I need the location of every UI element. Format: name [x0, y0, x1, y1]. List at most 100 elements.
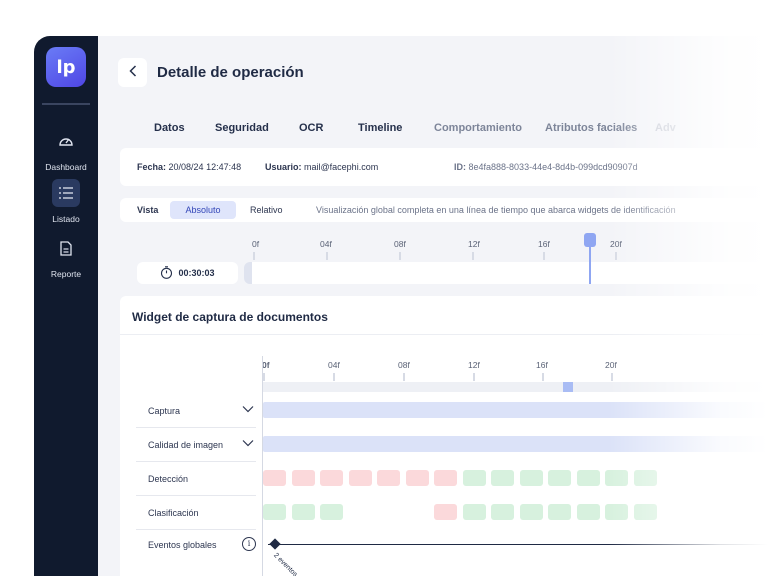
chevron-down-icon[interactable] [242, 439, 254, 449]
row-label: Eventos globales [148, 540, 217, 550]
status-cell-ok[interactable] [491, 504, 514, 520]
sidebar-item-listado[interactable]: Listado [34, 179, 98, 224]
tab-ocr[interactable]: OCR [299, 122, 323, 134]
id-field: ID: 8e4fa888-8033-44e4-8d4b-099dcd90907d [454, 162, 638, 172]
timeline-tick [472, 252, 474, 260]
status-cell-ok[interactable] [263, 504, 286, 520]
status-cell-ok[interactable] [291, 504, 315, 520]
chevron-down-icon[interactable] [242, 405, 254, 415]
timeline-origin-line [262, 356, 263, 576]
status-cell-ok[interactable] [320, 504, 343, 520]
view-option-relativo[interactable]: Relativo [250, 205, 283, 215]
status-cell-ok[interactable] [519, 470, 543, 486]
event-marker[interactable] [269, 538, 281, 550]
back-button[interactable] [118, 58, 147, 87]
tab-timeline[interactable]: Timeline [358, 122, 402, 134]
status-cell-ok[interactable] [633, 470, 657, 486]
widget-tick-label: 16f [536, 360, 548, 370]
gauge-icon [52, 127, 80, 155]
row-deteccion: Detección [136, 462, 256, 496]
status-cell-error[interactable] [405, 470, 429, 486]
tab-bar: Datos Seguridad OCR Timeline Comportamie… [120, 122, 768, 136]
status-cell-error[interactable] [263, 470, 286, 486]
captura-bar [263, 402, 768, 418]
tab-comportamiento[interactable]: Comportamiento [434, 122, 522, 134]
row-label: Clasificación [148, 508, 199, 518]
status-cell-ok[interactable] [605, 504, 628, 520]
status-cell-ok[interactable] [491, 470, 514, 486]
stopwatch-icon [160, 265, 173, 281]
status-cell-ok[interactable] [576, 504, 600, 520]
view-option-absoluto[interactable]: Absoluto [170, 201, 236, 219]
status-cell-ok[interactable] [548, 470, 571, 486]
app-window: lp Dashboard Listado Reporte Detalle de … [0, 0, 768, 576]
widget-playhead[interactable] [563, 382, 573, 392]
widget-tick [333, 373, 335, 381]
sidebar-item-label: Dashboard [45, 162, 87, 172]
timeline-tick-label: 08f [394, 239, 406, 249]
timeline-tick [399, 252, 401, 260]
document-icon [52, 234, 80, 262]
row-label: Captura [148, 406, 181, 416]
list-icon [52, 179, 80, 207]
row-calidad-de-imagen[interactable]: Calidad de imagen [136, 428, 256, 462]
chevron-left-icon [128, 64, 137, 82]
row-eventos-globales: Eventos globales i [136, 528, 256, 562]
sidebar: lp Dashboard Listado Reporte [34, 36, 98, 576]
fecha-label: Fecha: [137, 162, 167, 172]
timeline-track[interactable] [244, 262, 768, 284]
timeline-tick-label: 0f [252, 239, 260, 249]
view-label: Vista [137, 205, 159, 215]
document-capture-widget: Widget de captura de documentos 0f 04f 0… [120, 296, 768, 576]
timeline-tick [326, 252, 328, 260]
view-mode-bar: Vista Absoluto Relativo Visualización gl… [120, 198, 768, 222]
timeline-tick-label: 12f [468, 239, 480, 249]
widget-tick-label: 08f [398, 360, 410, 370]
timeline-playhead-handle[interactable] [584, 233, 596, 247]
widget-scrub-track[interactable] [262, 382, 768, 392]
tab-adv[interactable]: Adv [655, 122, 676, 134]
status-cell-error[interactable] [348, 470, 372, 486]
row-label: Detección [148, 474, 189, 484]
sidebar-item-reporte[interactable]: Reporte [34, 234, 98, 279]
widget-tick [263, 373, 265, 381]
duration-display: 00:30:03 [137, 262, 238, 284]
status-cell-error[interactable] [377, 470, 400, 486]
id-value: 8e4fa888-8033-44e4-8d4b-099dcd90907d [468, 162, 638, 172]
sidebar-divider [42, 103, 90, 105]
operation-info-bar: Fecha: 20/08/24 12:47:48 Usuario: mail@f… [120, 148, 768, 186]
events-timeline-line [268, 544, 768, 545]
status-cell-error[interactable] [291, 470, 315, 486]
status-cell-ok[interactable] [633, 504, 657, 520]
fecha-field: Fecha: 20/08/24 12:47:48 [137, 162, 241, 172]
info-icon[interactable]: i [242, 537, 256, 551]
status-cell-ok[interactable] [548, 504, 571, 520]
app-logo[interactable]: lp [46, 47, 86, 87]
status-cell-error[interactable] [434, 504, 457, 520]
status-cell-ok[interactable] [462, 504, 486, 520]
widget-tick-label: 0f [262, 360, 270, 370]
status-cell-ok[interactable] [462, 470, 486, 486]
widget-tick [542, 373, 544, 381]
widget-divider [120, 334, 768, 335]
usuario-value: mail@facephi.com [304, 162, 379, 172]
status-cell-ok[interactable] [605, 470, 628, 486]
id-label: ID: [454, 162, 466, 172]
widget-tick [403, 373, 405, 381]
status-cell-ok[interactable] [519, 504, 543, 520]
tab-datos[interactable]: Datos [154, 122, 185, 134]
status-cell-error[interactable] [320, 470, 343, 486]
tab-seguridad[interactable]: Seguridad [215, 122, 269, 134]
status-cell-ok[interactable] [576, 470, 600, 486]
status-cell-error[interactable] [434, 470, 457, 486]
tab-atributos-faciales[interactable]: Atributos faciales [545, 122, 637, 134]
sidebar-item-label: Reporte [50, 269, 82, 279]
row-captura[interactable]: Captura [136, 394, 256, 428]
timeline-tick [615, 252, 617, 260]
calidad-bar [263, 436, 768, 452]
widget-tick [611, 373, 613, 381]
view-description: Visualización global completa en una lín… [316, 205, 676, 215]
page-title: Detalle de operación [157, 64, 304, 81]
widget-tick [473, 373, 475, 381]
sidebar-item-dashboard[interactable]: Dashboard [34, 127, 98, 172]
